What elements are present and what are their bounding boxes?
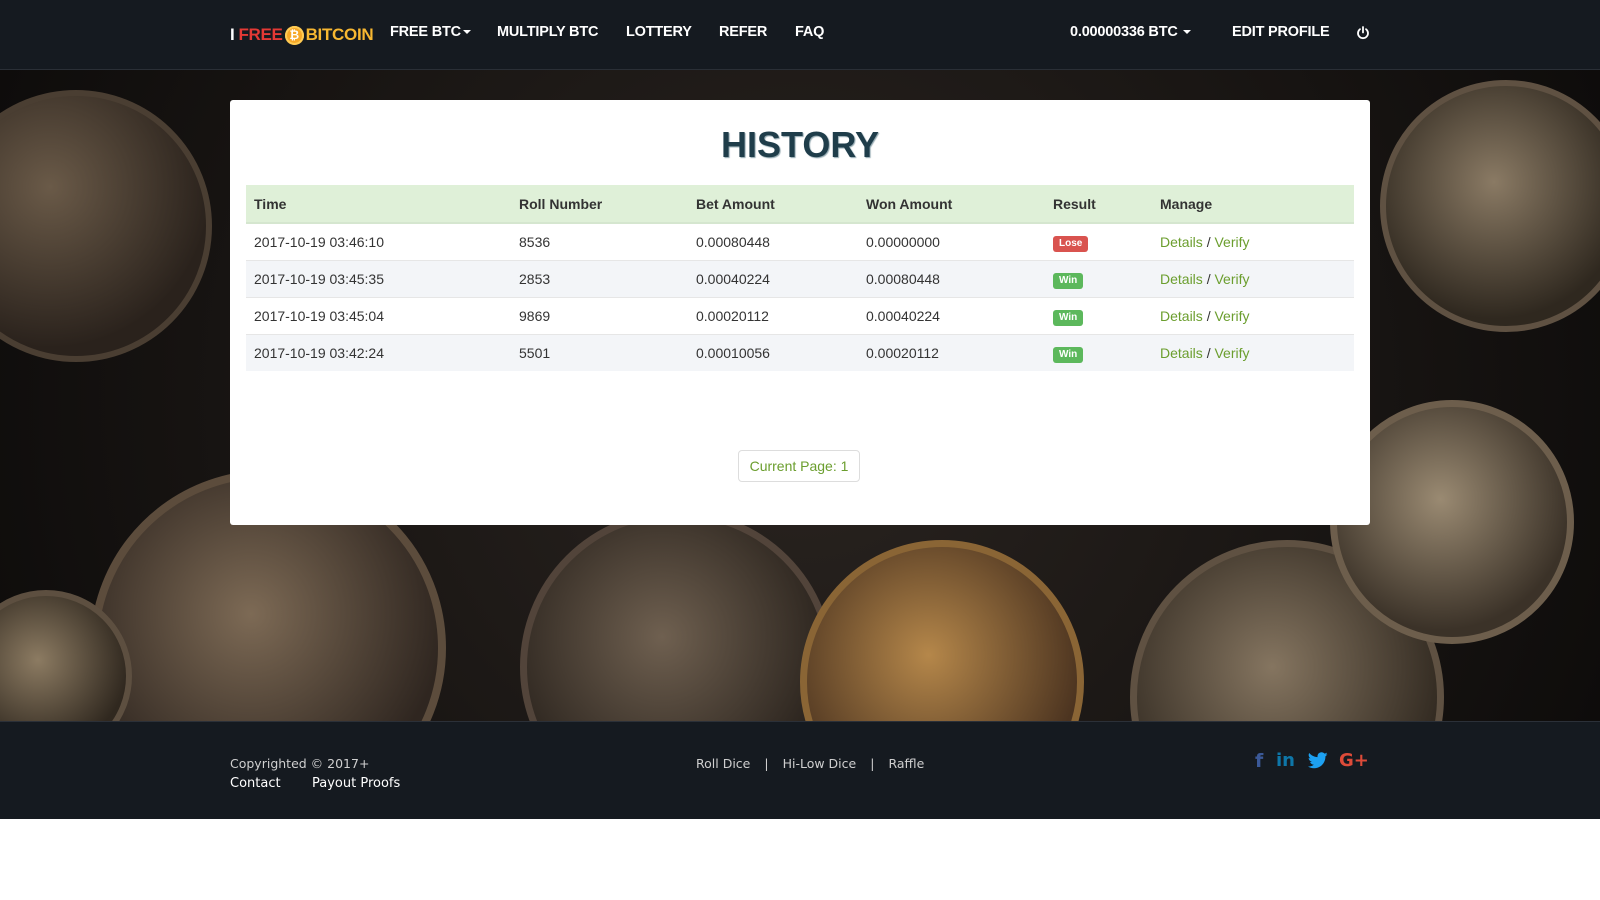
win-badge: Win xyxy=(1053,272,1084,289)
cell-result: Lose xyxy=(1045,222,1152,261)
google-plus-icon[interactable]: G+ xyxy=(1339,750,1369,771)
cell-manage: Details / Verify xyxy=(1152,260,1354,298)
details-link[interactable]: Details xyxy=(1160,271,1203,287)
coin-decoration xyxy=(0,90,212,362)
cell-result: Win xyxy=(1045,334,1152,371)
top-navbar: I FREE ₿ BITCOIN FREE BTC MULTIPLY BTC L… xyxy=(0,0,1600,70)
column-header-won-amount: Won Amount xyxy=(858,185,1045,224)
verify-link[interactable]: Verify xyxy=(1214,271,1249,287)
verify-link[interactable]: Verify xyxy=(1214,345,1249,361)
raffle-link[interactable]: Raffle xyxy=(888,756,924,771)
roll-dice-link[interactable]: Roll Dice xyxy=(696,756,750,771)
cell-roll-number: 2853 xyxy=(511,260,688,298)
cell-roll-number: 8536 xyxy=(511,222,688,261)
logo-prefix: I xyxy=(230,25,235,44)
nav-free-btc-label: FREE BTC xyxy=(390,24,461,40)
nav-multiply-btc[interactable]: MULTIPLY BTC xyxy=(497,24,598,40)
chevron-down-icon xyxy=(1183,30,1192,35)
cell-manage: Details / Verify xyxy=(1152,334,1354,371)
cell-bet-amount: 0.00080448 xyxy=(688,222,858,261)
win-badge: Win xyxy=(1053,346,1084,363)
nav-refer[interactable]: REFER xyxy=(719,24,767,40)
lose-badge: Lose xyxy=(1053,235,1089,252)
details-link[interactable]: Details xyxy=(1160,234,1203,250)
verify-link[interactable]: Verify xyxy=(1214,234,1249,250)
cell-bet-amount: 0.00040224 xyxy=(688,260,858,298)
column-header-result: Result xyxy=(1045,185,1152,224)
coin-decoration xyxy=(520,510,834,721)
chevron-down-icon xyxy=(462,30,471,35)
cell-result: Win xyxy=(1045,260,1152,298)
history-table: Time Roll Number Bet Amount Won Amount R… xyxy=(246,185,1354,371)
link-divider: | xyxy=(764,756,769,771)
cell-roll-number: 9869 xyxy=(511,297,688,335)
nav-faq[interactable]: FAQ xyxy=(795,24,824,40)
cell-time: 2017-10-19 03:45:04 xyxy=(246,297,511,335)
power-icon[interactable] xyxy=(1356,26,1370,40)
cell-manage: Details / Verify xyxy=(1152,222,1354,261)
logo-free-text: FREE xyxy=(238,25,283,44)
coin-decoration xyxy=(800,540,1084,721)
table-header-row: Time Roll Number Bet Amount Won Amount R… xyxy=(246,185,1354,224)
details-link[interactable]: Details xyxy=(1160,308,1203,324)
nav-lottery[interactable]: LOTTERY xyxy=(626,24,692,40)
column-header-bet-amount: Bet Amount xyxy=(688,185,858,224)
nav-edit-profile[interactable]: EDIT PROFILE xyxy=(1232,24,1330,40)
table-row: 2017-10-19 03:45:35 2853 0.00040224 0.00… xyxy=(246,260,1354,298)
cell-time: 2017-10-19 03:46:10 xyxy=(246,222,511,261)
link-separator: / xyxy=(1206,271,1211,287)
payout-proofs-link[interactable]: Payout Proofs xyxy=(312,776,400,791)
cell-time: 2017-10-19 03:42:24 xyxy=(246,334,511,371)
site-logo[interactable]: I FREE ₿ BITCOIN xyxy=(230,22,374,48)
link-separator: / xyxy=(1206,345,1211,361)
nav-free-btc[interactable]: FREE BTC xyxy=(390,24,471,40)
link-separator: / xyxy=(1206,308,1211,324)
site-footer: Copyrighted © 2017+ Contact Payout Proof… xyxy=(0,721,1600,819)
twitter-icon[interactable] xyxy=(1308,752,1328,769)
cell-roll-number: 5501 xyxy=(511,334,688,371)
verify-link[interactable]: Verify xyxy=(1214,308,1249,324)
cell-won-amount: 0.00000000 xyxy=(858,222,1045,261)
copyright-text: Copyrighted © 2017+ xyxy=(230,756,370,771)
cell-result: Win xyxy=(1045,297,1152,335)
table-row: 2017-10-19 03:45:04 9869 0.00020112 0.00… xyxy=(246,297,1354,335)
hi-low-dice-link[interactable]: Hi-Low Dice xyxy=(783,756,857,771)
balance-value: 0.00000336 BTC xyxy=(1070,24,1178,40)
cell-bet-amount: 0.00010056 xyxy=(688,334,858,371)
coin-decoration xyxy=(1380,80,1600,332)
details-link[interactable]: Details xyxy=(1160,345,1203,361)
cell-manage: Details / Verify xyxy=(1152,297,1354,335)
link-divider: | xyxy=(870,756,875,771)
cell-won-amount: 0.00020112 xyxy=(858,334,1045,371)
current-page-indicator[interactable]: Current Page: 1 xyxy=(738,450,860,482)
table-row: 2017-10-19 03:42:24 5501 0.00010056 0.00… xyxy=(246,334,1354,371)
facebook-icon[interactable]: f xyxy=(1255,750,1263,772)
linkedin-icon[interactable]: in xyxy=(1276,750,1295,771)
column-header-manage: Manage xyxy=(1152,185,1354,224)
footer-game-links: Roll Dice | Hi-Low Dice | Raffle xyxy=(696,756,924,771)
history-card: HISTORY Time Roll Number Bet Amount Won … xyxy=(230,100,1370,525)
cell-time: 2017-10-19 03:45:35 xyxy=(246,260,511,298)
page-title: HISTORY xyxy=(720,124,880,165)
cell-bet-amount: 0.00020112 xyxy=(688,297,858,335)
link-separator: / xyxy=(1206,234,1211,250)
column-header-time: Time xyxy=(246,185,511,224)
table-row: 2017-10-19 03:46:10 8536 0.00080448 0.00… xyxy=(246,222,1354,261)
bitcoin-coin-icon: ₿ xyxy=(284,25,304,45)
logo-bitcoin-text: BITCOIN xyxy=(305,25,374,44)
contact-link[interactable]: Contact xyxy=(230,776,281,791)
cell-won-amount: 0.00040224 xyxy=(858,297,1045,335)
column-header-roll-number: Roll Number xyxy=(511,185,688,224)
win-badge: Win xyxy=(1053,309,1084,326)
balance-dropdown[interactable]: 0.00000336 BTC xyxy=(1070,24,1192,40)
cell-won-amount: 0.00080448 xyxy=(858,260,1045,298)
